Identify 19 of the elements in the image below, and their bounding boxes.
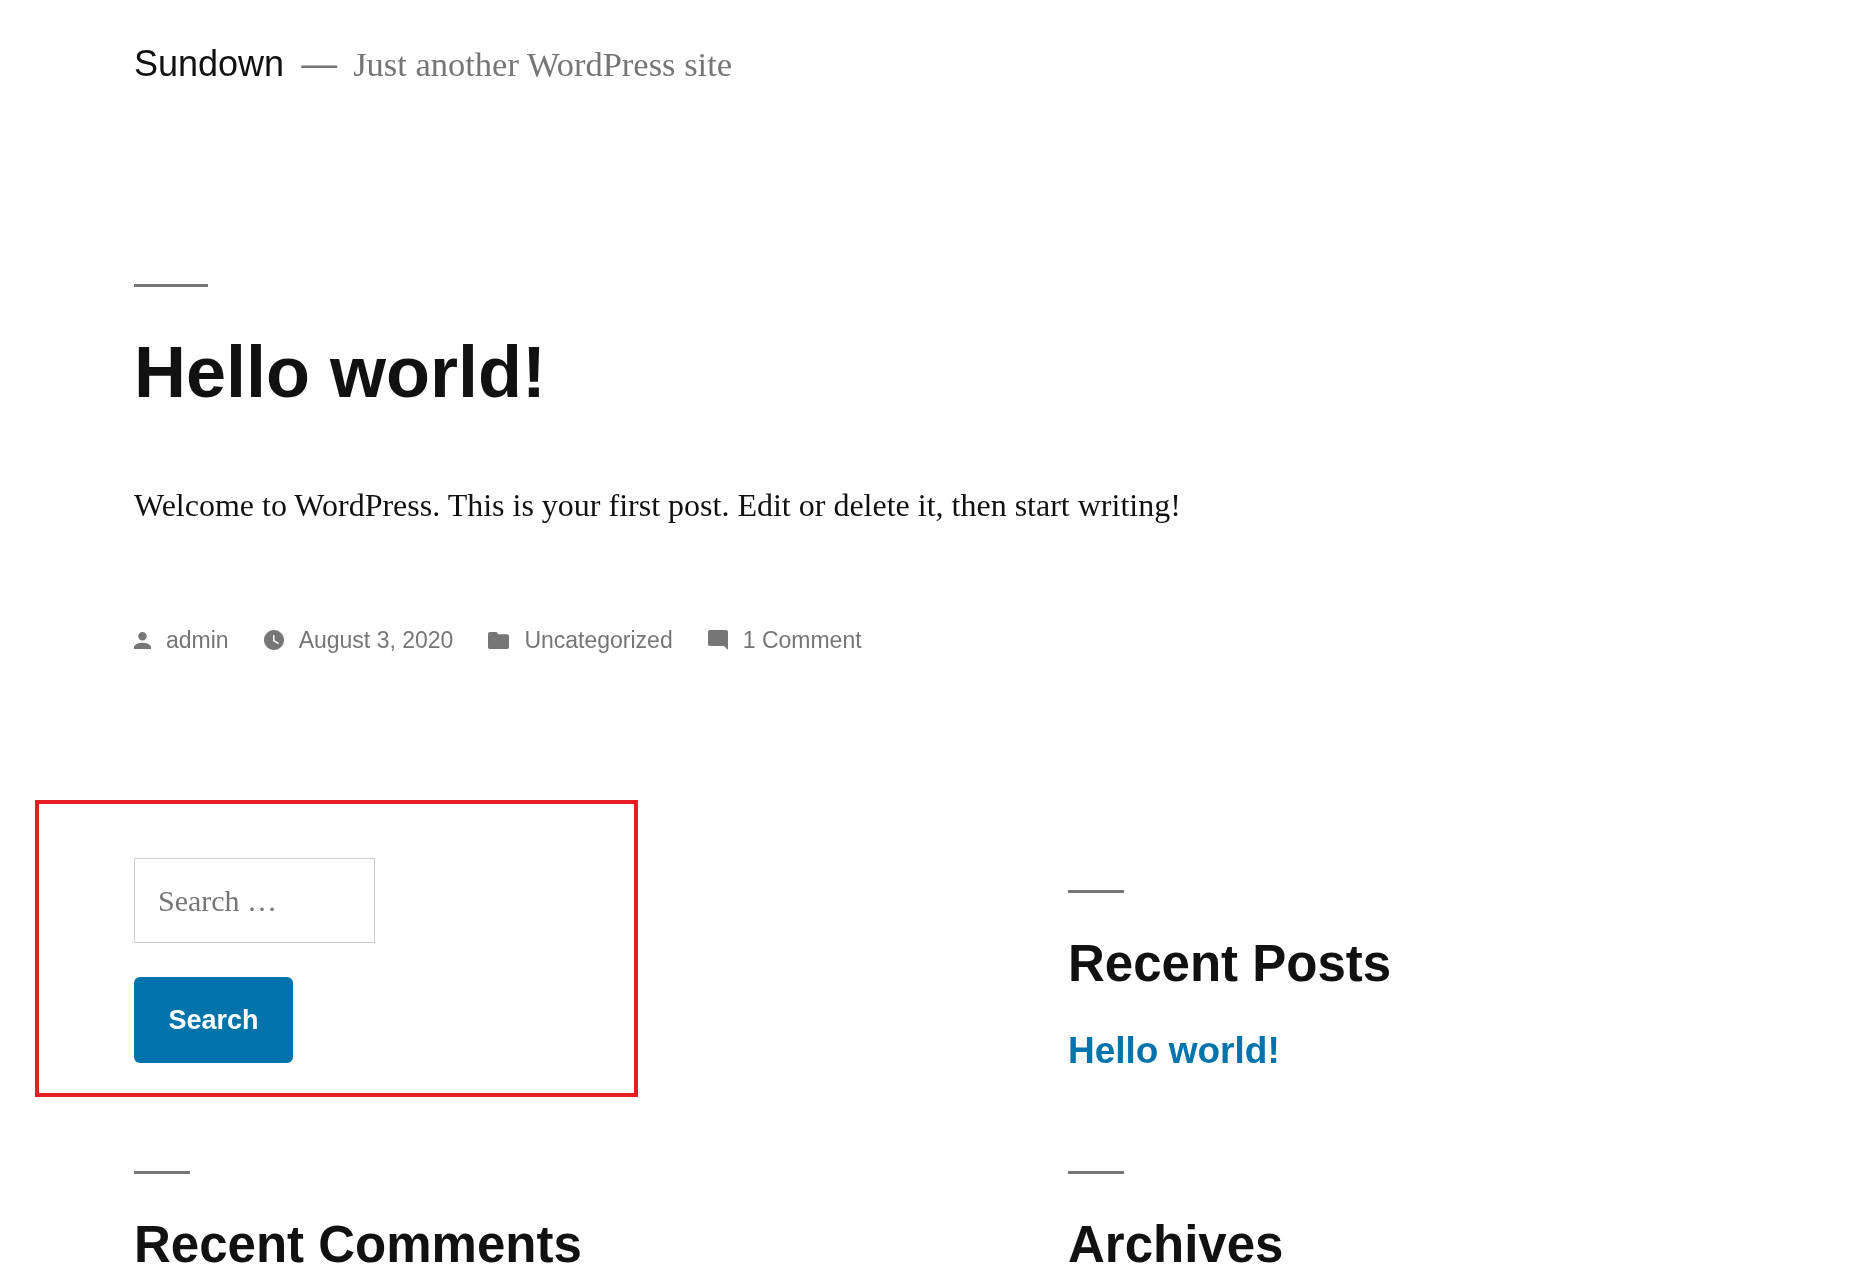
search-field[interactable]: Search … [134, 858, 375, 944]
site-tagline: Just another WordPress site [353, 44, 733, 85]
widget-title: Recent Comments [134, 1214, 582, 1275]
clock-icon [263, 630, 284, 651]
person-icon [134, 631, 151, 649]
date-link[interactable]: August 3, 2020 [298, 622, 454, 658]
widget-title: Recent Posts [1068, 934, 1392, 995]
author-link[interactable]: admin [166, 622, 229, 658]
speech-bubble-icon [707, 630, 728, 651]
recent-post-link[interactable]: Hello world! [1068, 1029, 1280, 1074]
category-link[interactable]: Uncategorized [524, 622, 673, 658]
widget-title: Archives [1068, 1214, 1284, 1275]
search-button[interactable]: Search [134, 977, 293, 1064]
post-title-link[interactable]: Hello world! [134, 329, 546, 416]
folder-icon [488, 631, 510, 649]
comments-link[interactable]: 1 Comment [742, 622, 862, 658]
post-text: Welcome to WordPress. This is your first post. Edit or delete it, then start writing! [134, 485, 1181, 525]
site-title[interactable]: Sundown [134, 42, 285, 86]
title-separator: — [301, 42, 338, 86]
